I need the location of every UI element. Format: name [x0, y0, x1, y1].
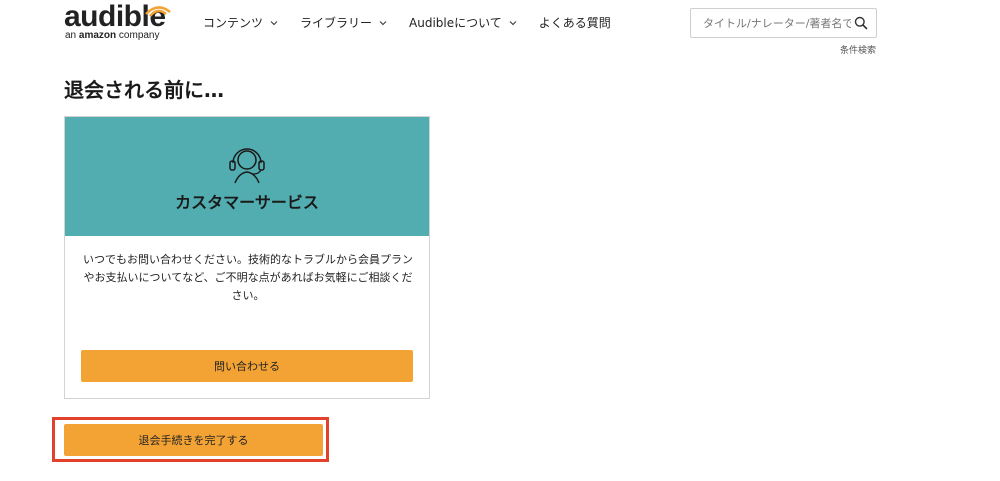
- page-title: 退会される前に…: [64, 78, 224, 102]
- nav-item-label: ライブラリー: [300, 16, 373, 30]
- advanced-search-link[interactable]: 条件検索: [840, 43, 876, 56]
- nav-item-library[interactable]: ライブラリー: [300, 14, 387, 31]
- logo-tagline: an amazon company: [65, 30, 160, 41]
- nav-item-label: Audibleについて: [409, 16, 502, 30]
- contact-button[interactable]: 問い合わせる: [81, 350, 413, 382]
- customer-service-card: カスタマーサービス いつでもお問い合わせください。技術的なトラブルから会員プラン…: [64, 116, 430, 399]
- chevron-down-icon: [509, 20, 517, 25]
- chevron-down-icon: [379, 20, 387, 25]
- chevron-down-icon: [270, 20, 278, 25]
- card-title: カスタマーサービス: [175, 193, 319, 212]
- card-description: いつでもお問い合わせください。技術的なトラブルから会員プランやお支払いについてな…: [83, 253, 413, 302]
- search-input[interactable]: [691, 9, 851, 37]
- logo-waves-icon: [145, 6, 171, 17]
- nav-item-label: よくある質問: [538, 16, 611, 30]
- nav-item-label: コンテンツ: [203, 16, 264, 30]
- nav-item-faq[interactable]: よくある質問: [539, 14, 611, 31]
- headset-icon: [229, 148, 265, 184]
- audible-logo[interactable]: audible an amazon company: [64, 0, 184, 42]
- complete-cancellation-button[interactable]: 退会手続きを完了する: [64, 424, 323, 456]
- search-icon[interactable]: [854, 16, 868, 30]
- nav-item-contents[interactable]: コンテンツ: [203, 14, 278, 31]
- search-box: [690, 8, 877, 38]
- nav-item-about[interactable]: Audibleについて: [409, 14, 517, 31]
- card-header: カスタマーサービス: [65, 117, 429, 236]
- main-nav: コンテンツ ライブラリー Audibleについて よくある質問: [203, 14, 633, 31]
